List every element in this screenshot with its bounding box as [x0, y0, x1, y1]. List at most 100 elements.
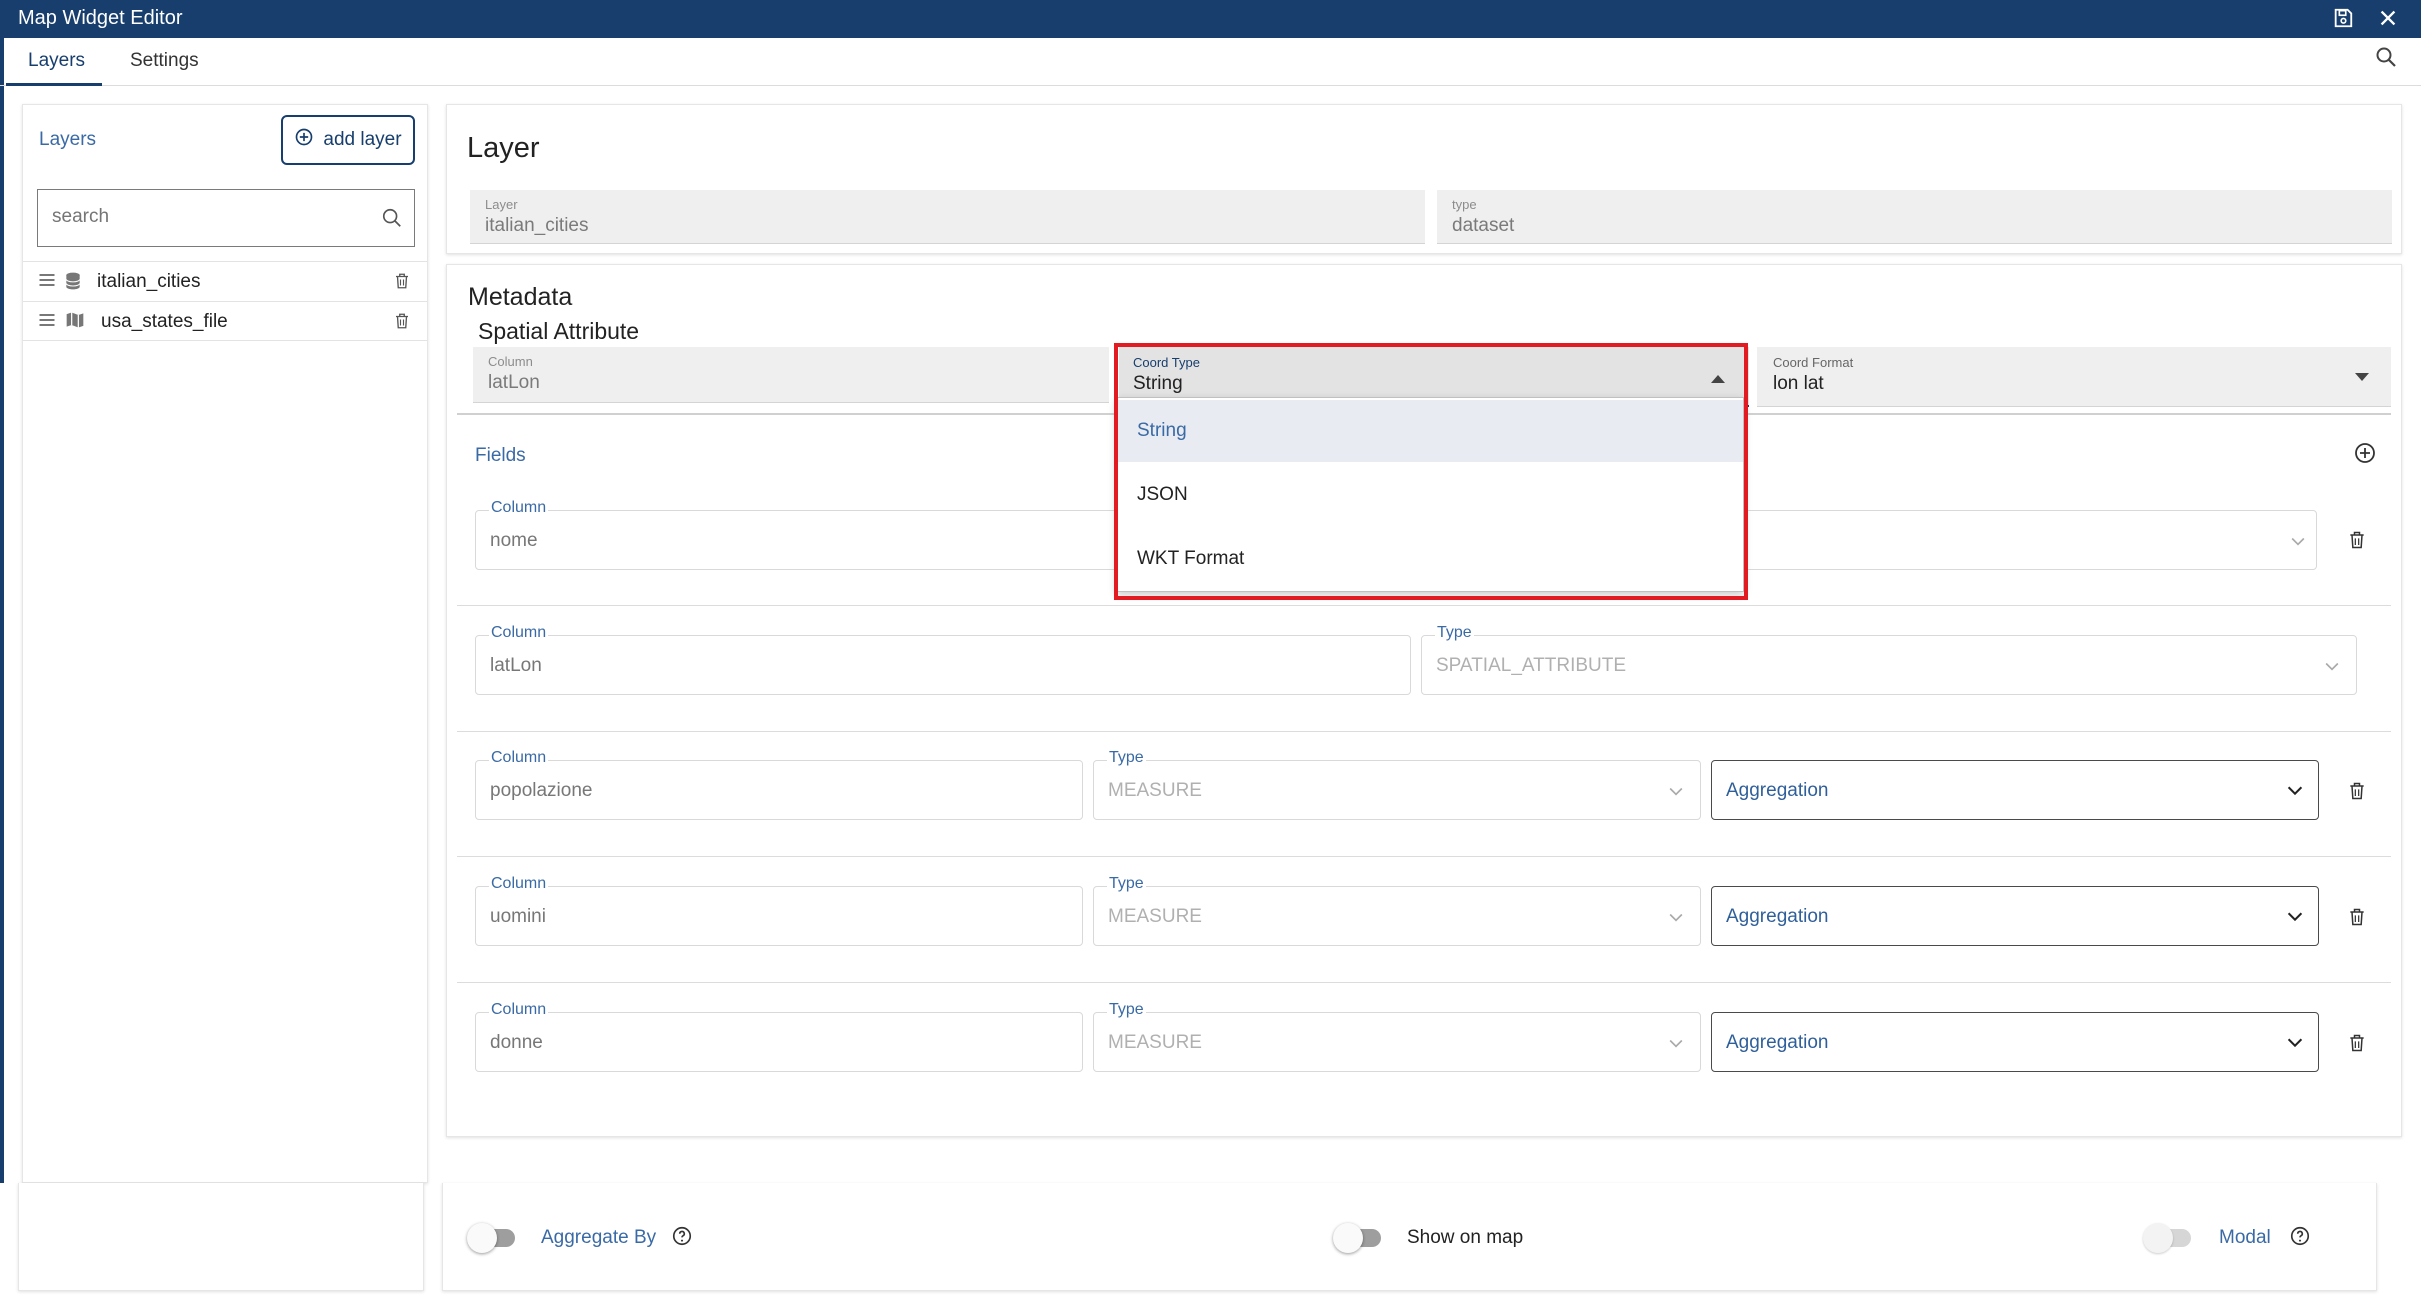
field-value: dataset	[1452, 215, 1515, 236]
dropdown-option-wkt-format[interactable]: WKT Format	[1117, 528, 1743, 590]
chevron-down-icon	[2284, 905, 2306, 932]
aggregation-select[interactable]: Aggregation	[1711, 1012, 2319, 1072]
layer-item-italian-cities[interactable]: italian_cities	[23, 261, 427, 301]
aggregate-by-toggle[interactable]	[467, 1223, 521, 1253]
show-on-map-label: Show on map	[1407, 1227, 1524, 1248]
help-icon[interactable]	[671, 1225, 693, 1252]
help-icon[interactable]	[2289, 1225, 2311, 1252]
chevron-down-icon	[2284, 779, 2306, 806]
layer-name: usa_states_file	[101, 311, 228, 332]
caret-down-icon	[2355, 373, 2369, 381]
title-bar: Map Widget Editor	[0, 0, 2421, 38]
search-icon[interactable]	[2374, 45, 2398, 74]
dropdown-option-json[interactable]: JSON	[1117, 464, 1743, 526]
layer-search-box	[37, 189, 415, 247]
aggregation-select[interactable]: Aggregation	[1711, 886, 2319, 946]
field-value: lon lat	[1773, 373, 1824, 394]
metadata-heading: Metadata	[468, 283, 573, 311]
search-icon[interactable]	[381, 207, 403, 234]
show-on-map-toggle[interactable]	[1333, 1223, 1387, 1253]
tab-layers[interactable]: Layers	[28, 50, 85, 72]
add-circle-icon	[294, 127, 314, 153]
field-label: Type	[1435, 624, 1474, 642]
tab-settings[interactable]: Settings	[130, 50, 199, 72]
tab-bar: Layers Settings	[0, 38, 2421, 86]
chevron-down-icon	[1666, 907, 1686, 932]
trash-icon[interactable]	[2347, 528, 2367, 557]
field-label: Coord Format	[1773, 355, 1854, 370]
trash-icon[interactable]	[2347, 779, 2367, 808]
field-value: String	[1133, 373, 1183, 394]
field-label: Column	[489, 624, 549, 642]
field-value: MEASURE	[1108, 906, 1202, 927]
field-value: Aggregation	[1726, 906, 1829, 927]
field-label: Column	[489, 875, 549, 893]
add-field-icon[interactable]	[2353, 441, 2377, 470]
caret-up-icon	[1711, 375, 1725, 383]
toggle-knob	[1333, 1223, 1363, 1253]
spatial-column-field: Column latLon	[473, 347, 1109, 403]
divider	[457, 605, 2391, 606]
field-column-input[interactable]: Column uomini	[475, 875, 1083, 946]
options-bar: Aggregate By Show on map Modal	[442, 1183, 2377, 1291]
trash-icon[interactable]	[393, 310, 411, 337]
field-value: Aggregation	[1726, 780, 1829, 801]
chevron-down-icon	[1666, 1033, 1686, 1058]
aggregation-select[interactable]: Aggregation	[1711, 760, 2319, 820]
layer-item-usa-states-file[interactable]: usa_states_file	[23, 301, 427, 341]
fields-title: Fields	[475, 445, 526, 466]
field-value: uomini	[490, 906, 546, 927]
chevron-down-icon	[2322, 656, 2342, 681]
sidebar-heading: Layers	[39, 129, 97, 150]
layer-panel: Layer Layer italian_cities type dataset	[446, 104, 2402, 254]
modal-label: Modal	[2219, 1227, 2271, 1248]
toggle-knob	[2143, 1223, 2173, 1253]
layers-sidebar: Layers add layer italian_cities	[22, 104, 428, 1183]
field-value: Aggregation	[1726, 1032, 1829, 1053]
add-layer-label: add layer	[323, 129, 402, 150]
coord-format-select[interactable]: Coord Format lon lat	[1757, 347, 2391, 407]
window-title: Map Widget Editor	[18, 7, 183, 29]
field-value: donne	[490, 1032, 543, 1053]
trash-icon[interactable]	[393, 270, 411, 297]
dropdown-option-string[interactable]: String	[1117, 400, 1743, 462]
field-column-input[interactable]: Column popolazione	[475, 749, 1083, 820]
save-icon[interactable]	[2328, 3, 2358, 33]
window-edge-stripe	[0, 38, 4, 1183]
trash-icon[interactable]	[2347, 1031, 2367, 1060]
spatial-attribute-heading: Spatial Attribute	[478, 318, 640, 344]
field-type-select[interactable]: Type SPATIAL_ATTRIBUTE	[1421, 624, 2357, 695]
add-layer-button[interactable]: add layer	[281, 115, 415, 165]
layer-list: italian_cities usa_states_file	[23, 261, 427, 341]
field-label: Type	[1107, 749, 1146, 767]
field-value: MEASURE	[1108, 780, 1202, 801]
field-type-select[interactable]: Type MEASURE	[1093, 749, 1701, 820]
trash-icon[interactable]	[2347, 905, 2367, 934]
layer-search-input[interactable]	[52, 206, 352, 228]
field-label: Type	[1107, 875, 1146, 893]
chevron-down-icon	[2288, 531, 2308, 556]
field-label: Type	[1107, 1001, 1146, 1019]
field-column-input[interactable]: Column donne	[475, 1001, 1083, 1072]
field-column-input[interactable]: Column latLon	[475, 624, 1411, 695]
field-type-select[interactable]: Type MEASURE	[1093, 875, 1701, 946]
drag-handle-icon[interactable]	[37, 310, 57, 335]
aggregate-by-label: Aggregate By	[541, 1227, 657, 1248]
modal-toggle[interactable]	[2143, 1223, 2197, 1253]
field-value: italian_cities	[485, 215, 589, 236]
chevron-down-icon	[1666, 781, 1686, 806]
field-type-select[interactable]: Type MEASURE	[1093, 1001, 1701, 1072]
field-value: nome	[490, 530, 538, 551]
field-label: Coord Type	[1133, 355, 1200, 370]
sidebar-footer	[18, 1183, 424, 1291]
close-icon[interactable]	[2373, 3, 2403, 33]
field-value: latLon	[488, 372, 540, 393]
metadata-panel: Metadata Spatial Attribute Column latLon…	[446, 264, 2402, 1137]
field-value: SPATIAL_ATTRIBUTE	[1436, 655, 1627, 676]
drag-handle-icon[interactable]	[37, 270, 57, 295]
layer-heading: Layer	[467, 132, 540, 164]
divider	[457, 731, 2391, 732]
field-value: MEASURE	[1108, 1032, 1202, 1053]
field-label: type	[1452, 197, 1477, 212]
layer-type-field: type dataset	[1437, 190, 2392, 244]
